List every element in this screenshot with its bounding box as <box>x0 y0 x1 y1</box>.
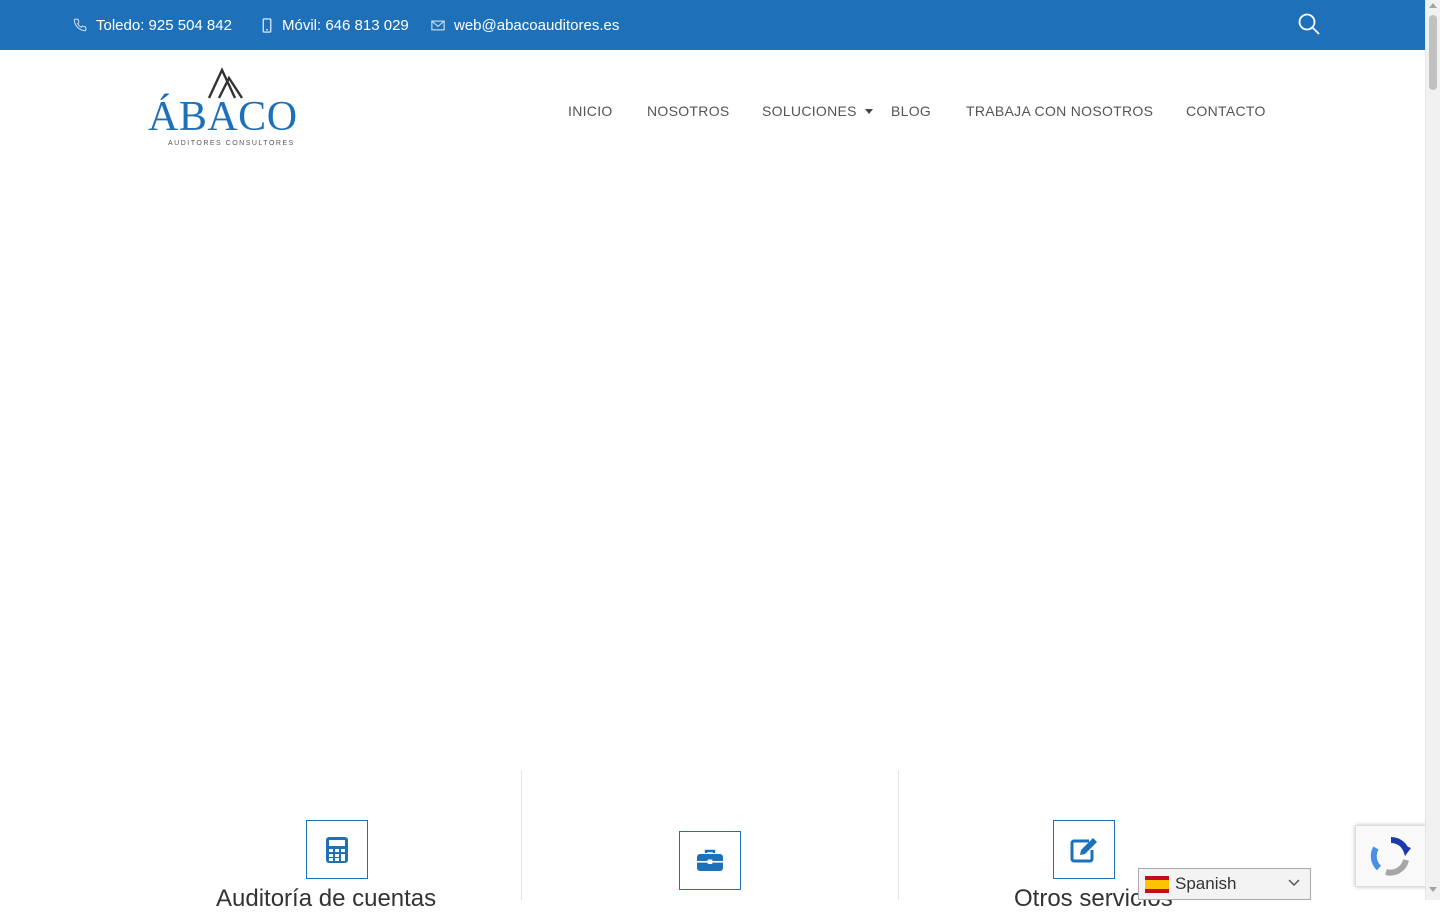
briefcase-icon <box>697 849 723 871</box>
scroll-down-icon[interactable] <box>1429 887 1437 892</box>
recaptcha-icon <box>1370 836 1411 876</box>
page-scrollbar[interactable] <box>1425 0 1440 900</box>
mobile-text: Móvil: 646 813 029 <box>282 16 409 34</box>
site-logo[interactable]: ÁBACO AUDITORES CONSULTORES <box>148 66 308 152</box>
edit-icon <box>1070 837 1097 862</box>
column-divider <box>898 770 899 900</box>
chevron-down-icon <box>1288 879 1300 887</box>
nav-item-soluciones[interactable]: SOLUCIONES <box>762 103 857 119</box>
nav-item-inicio[interactable]: INICIO <box>568 103 613 119</box>
feature-icon-box[interactable] <box>679 831 741 890</box>
chevron-down-icon[interactable] <box>865 109 873 114</box>
logo-name: ÁBACO <box>148 94 298 140</box>
logo-tagline: AUDITORES CONSULTORES <box>168 140 295 147</box>
column-divider <box>521 770 522 900</box>
feature-title: Auditoría de cuentas <box>216 885 437 912</box>
calculator-icon <box>326 836 348 863</box>
scroll-up-icon[interactable] <box>1429 3 1437 8</box>
language-selected: Spanish <box>1175 874 1237 893</box>
mobile-icon <box>262 17 272 33</box>
feature-icon-box[interactable] <box>1053 820 1115 879</box>
phone-text: Toledo: 925 504 842 <box>96 16 232 34</box>
mail-icon <box>431 20 445 30</box>
mobile-contact[interactable]: Móvil: 646 813 029 <box>261 0 409 50</box>
feature-icon-box[interactable] <box>306 820 368 879</box>
scrollbar-thumb[interactable] <box>1429 15 1437 90</box>
nav-item-blog[interactable]: BLOG <box>891 103 931 119</box>
top-contact-bar: Toledo: 925 504 842 Móvil: 646 813 029 w… <box>0 0 1425 50</box>
nav-item-trabaja[interactable]: TRABAJA CON NOSOTROS <box>966 103 1153 119</box>
email-contact[interactable]: web@abacoauditores.es <box>431 0 619 50</box>
nav-item-contacto[interactable]: CONTACTO <box>1186 103 1266 119</box>
nav-item-nosotros[interactable]: NOSOTROS <box>647 103 730 119</box>
search-icon[interactable] <box>1297 12 1321 36</box>
language-select[interactable]: Spanish <box>1138 868 1311 900</box>
email-text: web@abacoauditores.es <box>454 16 620 34</box>
phone-icon <box>73 18 87 32</box>
recaptcha-badge[interactable] <box>1355 825 1427 887</box>
phone-contact[interactable]: Toledo: 925 504 842 <box>73 0 232 50</box>
spain-flag-icon <box>1145 875 1169 893</box>
